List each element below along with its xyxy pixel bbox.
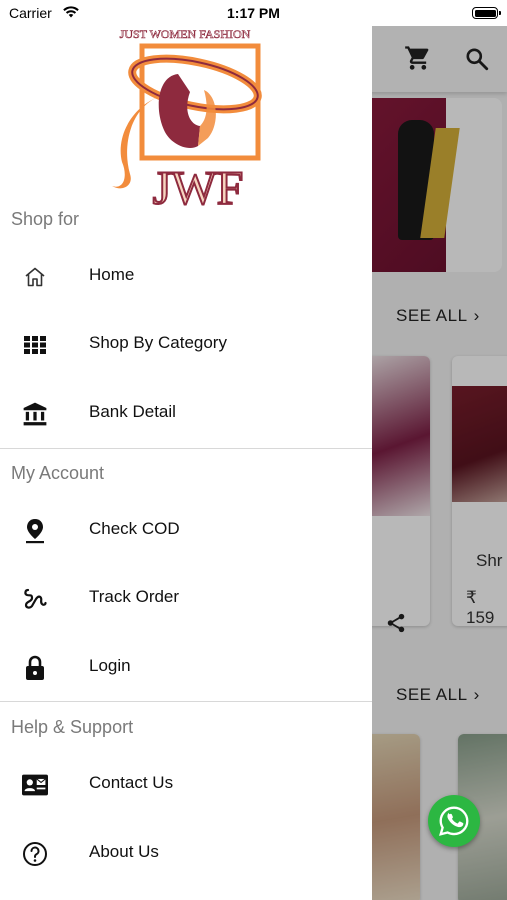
svg-text:JUST WOMEN FASHION: JUST WOMEN FASHION [120,27,251,41]
section-title-shop-for: Shop for [11,209,80,229]
clock: 1:17 PM [227,5,280,21]
menu-item-check-cod[interactable]: Check COD [0,500,372,560]
menu-item-label: Contact Us [89,773,174,792]
section-title-my-account: My Account [11,463,105,483]
status-bar: Carrier 1:17 PM [0,0,507,26]
menu-item-track-order[interactable]: Track Order [0,568,372,628]
home-icon [22,264,48,290]
help-circle-icon [22,841,48,867]
carrier-label: Carrier [9,5,52,21]
battery-icon [472,7,501,19]
brand-logo: JUST WOMEN FASHION JWF [112,27,262,211]
menu-item-login[interactable]: Login [0,637,372,697]
route-icon [22,586,48,612]
menu-item-label: About Us [89,842,159,861]
menu-item-label: Shop By Category [89,333,227,352]
menu-item-label: Home [89,265,135,284]
section-divider [0,701,372,702]
wifi-icon [63,6,79,18]
section-title-help-support: Help & Support [11,717,134,737]
whatsapp-icon [439,806,469,836]
section-divider [0,448,372,449]
menu-item-about-us[interactable]: About Us [0,823,372,883]
menu-item-shop-by-category[interactable]: Shop By Category [0,314,372,374]
menu-item-bank-detail[interactable]: Bank Detail [0,383,372,443]
navigation-drawer: JUST WOMEN FASHION JWF Shop for Home Sho… [0,26,372,900]
whatsapp-button[interactable] [428,795,480,847]
grid-icon [22,332,48,358]
menu-item-home[interactable]: Home [0,246,372,306]
bank-icon [22,401,48,427]
menu-item-label: Check COD [89,519,180,538]
menu-item-label: Bank Detail [89,402,176,421]
menu-item-label: Login [89,656,131,675]
lock-icon [22,655,48,681]
menu-item-contact-us[interactable]: Contact Us [0,754,372,814]
menu-item-label: Track Order [89,587,180,606]
svg-text:JWF: JWF [153,162,244,211]
location-pin-icon [22,518,48,544]
contact-card-icon [22,772,48,798]
